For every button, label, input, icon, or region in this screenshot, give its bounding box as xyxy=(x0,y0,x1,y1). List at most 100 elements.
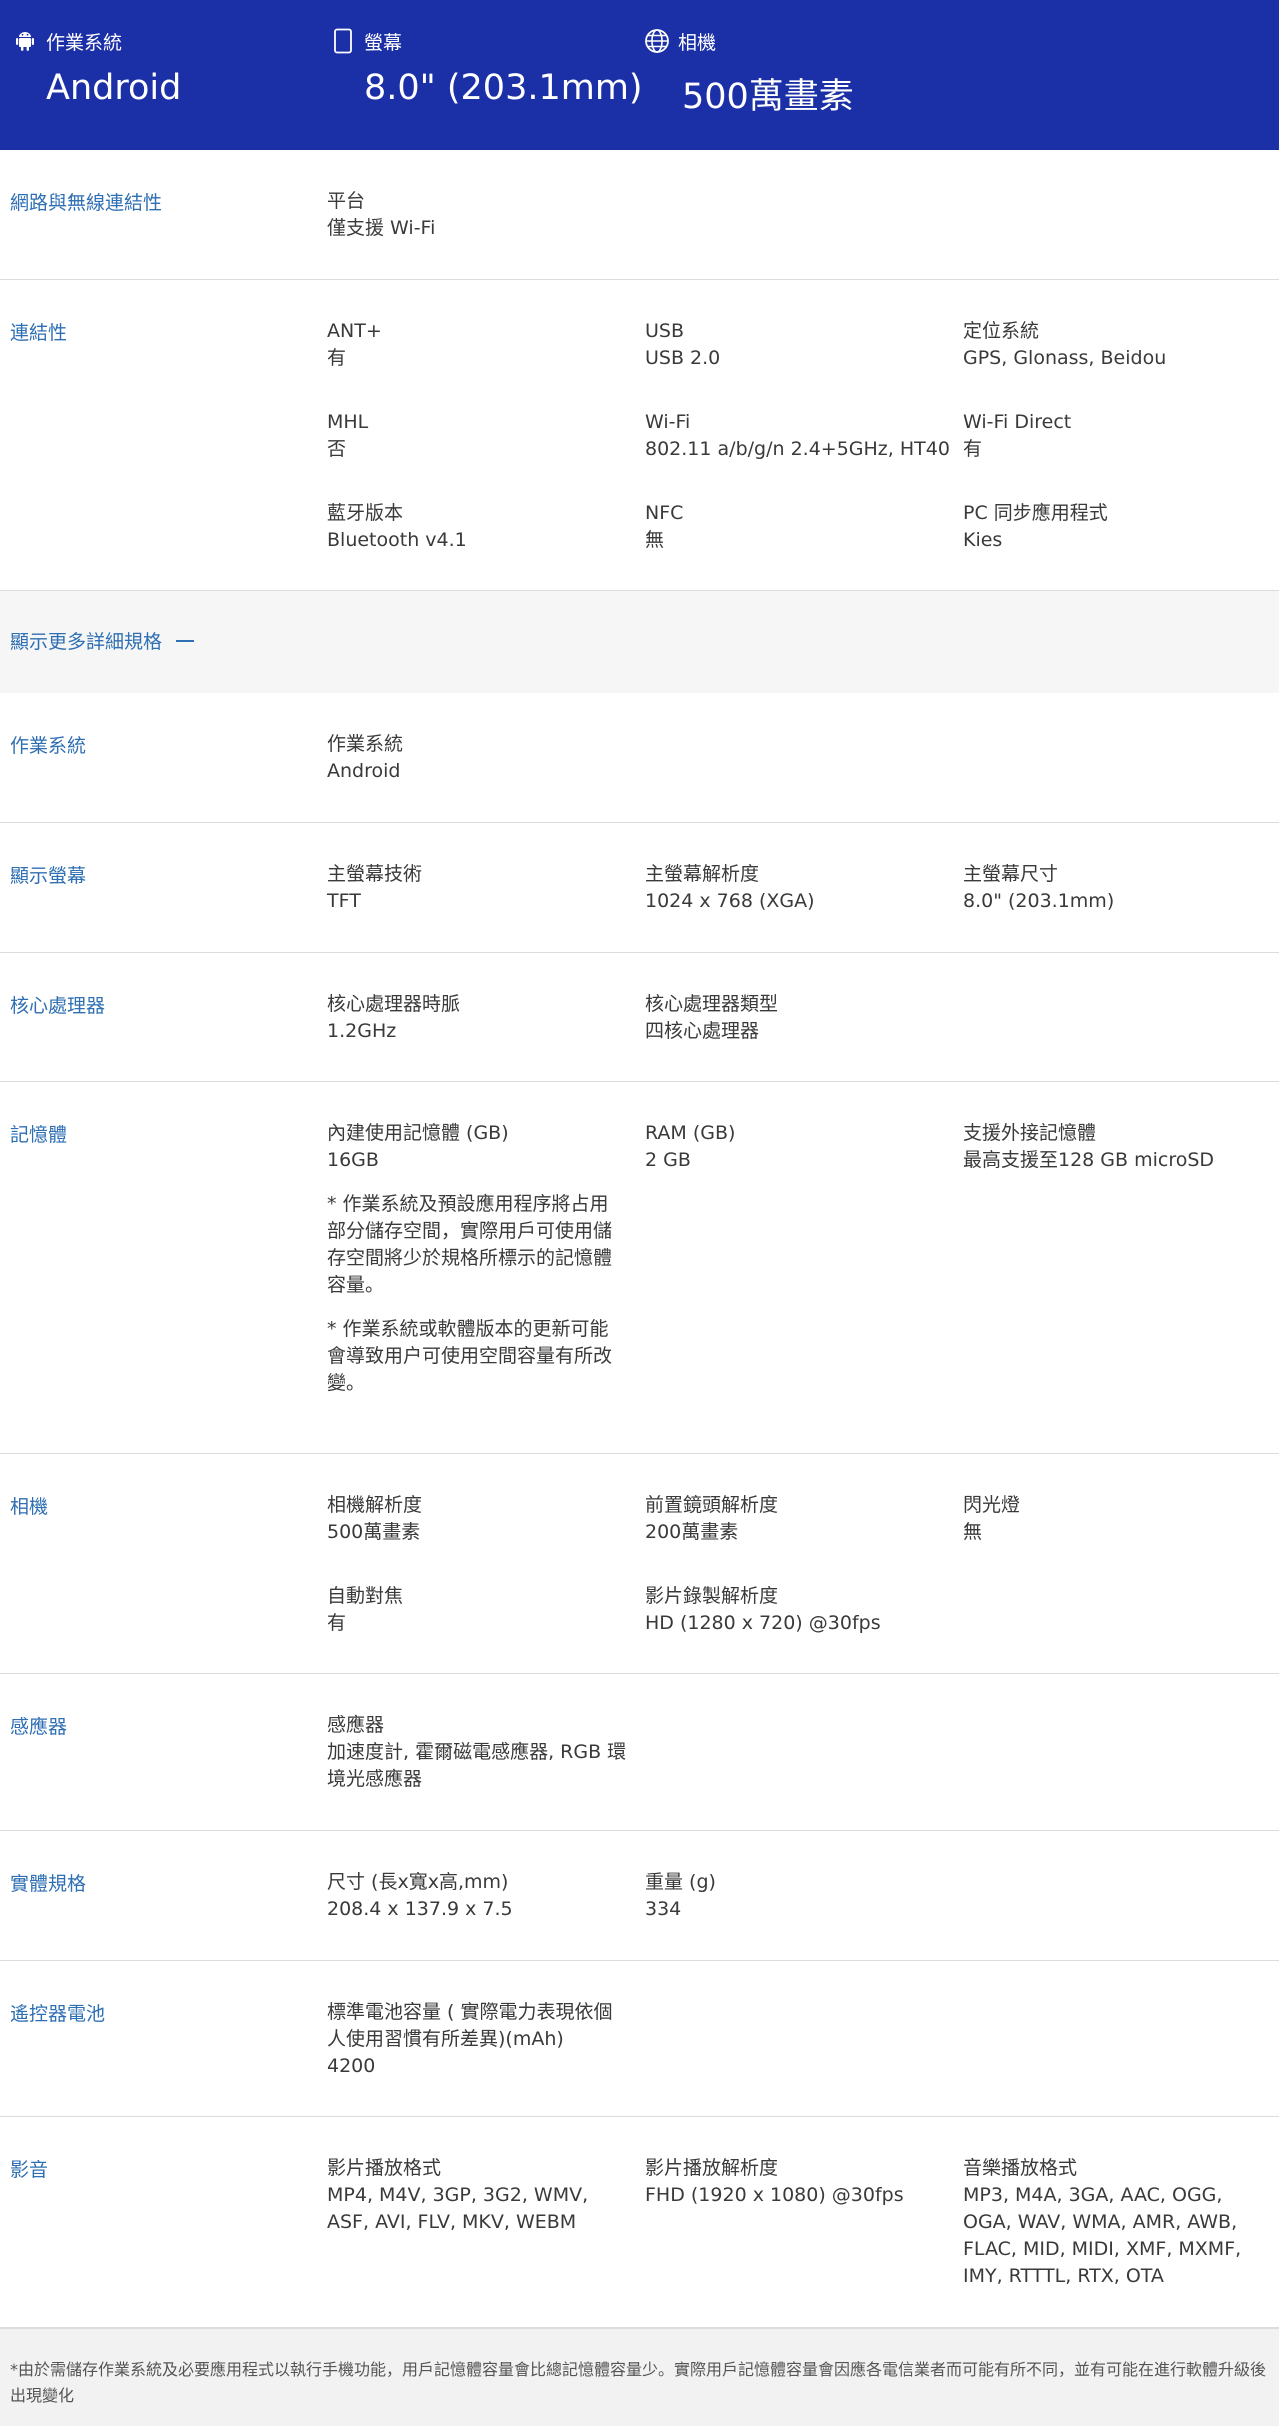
spec-value: MP4, M4V, 3GP, 3G2, WMV, ASF, AVI, FLV, … xyxy=(327,2184,589,2233)
spec-value: Android xyxy=(327,760,401,782)
spec-label: 感應器 xyxy=(327,1714,385,1736)
spec-value: 8.0" (203.1mm) xyxy=(963,890,1115,912)
section-title-sensors: 感應器 xyxy=(10,1716,68,1738)
spec-video-format: 影片播放格式 MP4, M4V, 3GP, 3G2, WMV, ASF, AVI… xyxy=(327,2155,627,2236)
spec-label: 內建使用記憶體 (GB) xyxy=(327,1122,509,1144)
spec-label: Wi-Fi xyxy=(645,411,691,433)
spec-value: 最高支援至128 GB microSD xyxy=(963,1149,1215,1171)
spec-value: 802.11 a/b/g/n 2.4+5GHz, HT40 xyxy=(645,438,950,460)
section-network: 網路與無線連結性 平台 僅支援 Wi-Fi xyxy=(0,150,1279,280)
spec-value: 有 xyxy=(327,1612,347,1634)
spec-label: 影片播放格式 xyxy=(327,2157,442,2179)
spec-label: NFC xyxy=(645,502,684,524)
show-more-toggle[interactable]: 顯示更多詳細規格 xyxy=(10,627,195,654)
spec-ant: ANT+ 有 xyxy=(327,318,627,372)
spec-label: Wi-Fi Direct xyxy=(963,411,1072,433)
spec-value: 1.2GHz xyxy=(327,1020,397,1042)
spec-location: 定位系統 GPS, Glonass, Beidou xyxy=(963,318,1273,372)
spec-label: USB xyxy=(645,320,685,342)
spec-value: 2 GB xyxy=(645,1149,691,1171)
spec-cpu-type: 核心處理器類型 四核心處理器 xyxy=(645,991,955,1045)
spec-value: TFT xyxy=(327,890,361,912)
spec-label: PC 同步應用程式 xyxy=(963,502,1108,524)
spec-value: 334 xyxy=(645,1898,682,1920)
highlight-camera-label: 相機 xyxy=(678,31,717,54)
section-physical: 實體規格 尺寸 (長x寬x高,mm) 208.4 x 137.9 x 7.5 重… xyxy=(0,1831,1279,1961)
spec-label: 核心處理器類型 xyxy=(645,993,779,1015)
spec-mhl: MHL 否 xyxy=(327,409,627,463)
memory-note: * 作業系統或軟體版本的更新可能會導致用户可使用空間容量有所改變。 xyxy=(327,1318,613,1394)
show-more-label: 顯示更多詳細規格 xyxy=(10,631,163,653)
spec-ram: RAM (GB) 2 GB xyxy=(645,1120,955,1174)
spec-value: USB 2.0 xyxy=(645,347,721,369)
spec-label: MHL xyxy=(327,411,369,433)
highlight-os: 作業系統 Android xyxy=(12,26,181,108)
spec-value: 無 xyxy=(645,529,665,551)
spec-label: 影片錄製解析度 xyxy=(645,1585,779,1607)
spec-value: 200萬畫素 xyxy=(645,1521,739,1543)
spec-weight: 重量 (g) 334 xyxy=(645,1869,955,1923)
section-title-physical: 實體規格 xyxy=(10,1873,87,1895)
spec-value: 僅支援 Wi-Fi xyxy=(327,217,436,239)
android-icon xyxy=(12,28,38,54)
spec-value: GPS, Glonass, Beidou xyxy=(963,347,1167,369)
spec-label: 平台 xyxy=(327,190,366,212)
section-title-connectivity: 連結性 xyxy=(10,322,68,344)
section-title-battery: 遙控器電池 xyxy=(10,2003,106,2025)
spec-label: 影片播放解析度 xyxy=(645,2157,779,2179)
spec-display-size: 主螢幕尺寸 8.0" (203.1mm) xyxy=(963,861,1273,915)
show-more-bar: 顯示更多詳細規格 xyxy=(0,591,1279,693)
section-camera: 相機 相機解析度 500萬畫素 前置鏡頭解析度 200萬畫素 閃光燈 無 自動對… xyxy=(0,1454,1279,1674)
spec-label: 尺寸 (長x寬x高,mm) xyxy=(327,1871,509,1893)
spec-value: Kies xyxy=(963,529,1003,551)
spec-video-playback-resolution: 影片播放解析度 FHD (1920 x 1080) @30fps xyxy=(645,2155,955,2209)
spec-autofocus: 自動對焦 有 xyxy=(327,1583,627,1637)
spec-wifi-direct: Wi-Fi Direct 有 xyxy=(963,409,1273,463)
spec-label: ANT+ xyxy=(327,320,382,342)
spec-platform: 平台 僅支援 Wi-Fi xyxy=(327,188,627,242)
spec-label: 主螢幕技術 xyxy=(327,863,423,885)
tablet-icon xyxy=(330,28,356,54)
spec-label: 定位系統 xyxy=(963,320,1040,342)
spec-label: 自動對焦 xyxy=(327,1585,404,1607)
spec-display-tech: 主螢幕技術 TFT xyxy=(327,861,627,915)
spec-label: 藍牙版本 xyxy=(327,502,404,524)
spec-video-recording: 影片錄製解析度 HD (1280 x 720) @30fps xyxy=(645,1583,955,1637)
spec-os: 作業系統 Android xyxy=(327,731,627,785)
spec-value: Bluetooth v4.1 xyxy=(327,529,467,551)
spec-sensors: 感應器 加速度計, 霍爾磁電感應器, RGB 環境光感應器 xyxy=(327,1712,627,1793)
spec-value: MP3, M4A, 3GA, AAC, OGG, OGA, WAV, WMA, … xyxy=(963,2184,1242,2287)
spec-label: 前置鏡頭解析度 xyxy=(645,1494,779,1516)
highlight-screen-label: 螢幕 xyxy=(364,31,403,54)
section-title-os: 作業系統 xyxy=(10,735,87,757)
spec-dimensions: 尺寸 (長x寬x高,mm) 208.4 x 137.9 x 7.5 xyxy=(327,1869,627,1923)
spec-value: 16GB xyxy=(327,1149,379,1171)
spec-battery-capacity: 標準電池容量 ( 實際電力表現依個人使用習慣有所差異)(mAh) 4200 xyxy=(327,1999,627,2080)
highlight-os-value: Android xyxy=(46,68,182,108)
spec-label: 標準電池容量 ( 實際電力表現依個人使用習慣有所差異)(mAh) xyxy=(327,2001,613,2050)
spec-wifi: Wi-Fi 802.11 a/b/g/n 2.4+5GHz, HT40 xyxy=(645,409,955,463)
section-title-network: 網路與無線連結性 xyxy=(10,192,163,214)
spec-flash: 閃光燈 無 xyxy=(963,1492,1273,1546)
highlight-camera-value: 500萬畫素 xyxy=(682,77,854,117)
spec-front-camera: 前置鏡頭解析度 200萬畫素 xyxy=(645,1492,955,1546)
spec-display-resolution: 主螢幕解析度 1024 x 768 (XGA) xyxy=(645,861,955,915)
spec-value: 四核心處理器 xyxy=(645,1020,760,1042)
highlight-os-label: 作業系統 xyxy=(46,31,123,54)
memory-note: * 作業系統及預設應用程序將占用部分儲存空間，實際用戶可使用儲存空間將少於規格所… xyxy=(327,1193,613,1296)
spec-label: 支援外接記憶體 xyxy=(963,1122,1097,1144)
spec-value: HD (1280 x 720) @30fps xyxy=(645,1612,881,1634)
spec-usb: USB USB 2.0 xyxy=(645,318,955,372)
spec-value: 1024 x 768 (XGA) xyxy=(645,890,815,912)
spec-value: 4200 xyxy=(327,2055,376,2077)
spec-label: 核心處理器時脈 xyxy=(327,993,461,1015)
section-title-audio-video: 影音 xyxy=(10,2159,49,2181)
spec-label: 主螢幕解析度 xyxy=(645,863,760,885)
section-title-camera: 相機 xyxy=(10,1496,49,1518)
spec-value: 有 xyxy=(327,347,347,369)
section-title-memory: 記憶體 xyxy=(10,1124,68,1146)
spec-value: 有 xyxy=(963,438,983,460)
section-os: 作業系統 作業系統 Android xyxy=(0,693,1279,823)
section-processor: 核心處理器 核心處理器時脈 1.2GHz 核心處理器類型 四核心處理器 xyxy=(0,953,1279,1082)
spec-audio-format: 音樂播放格式 MP3, M4A, 3GA, AAC, OGG, OGA, WAV… xyxy=(963,2155,1273,2290)
